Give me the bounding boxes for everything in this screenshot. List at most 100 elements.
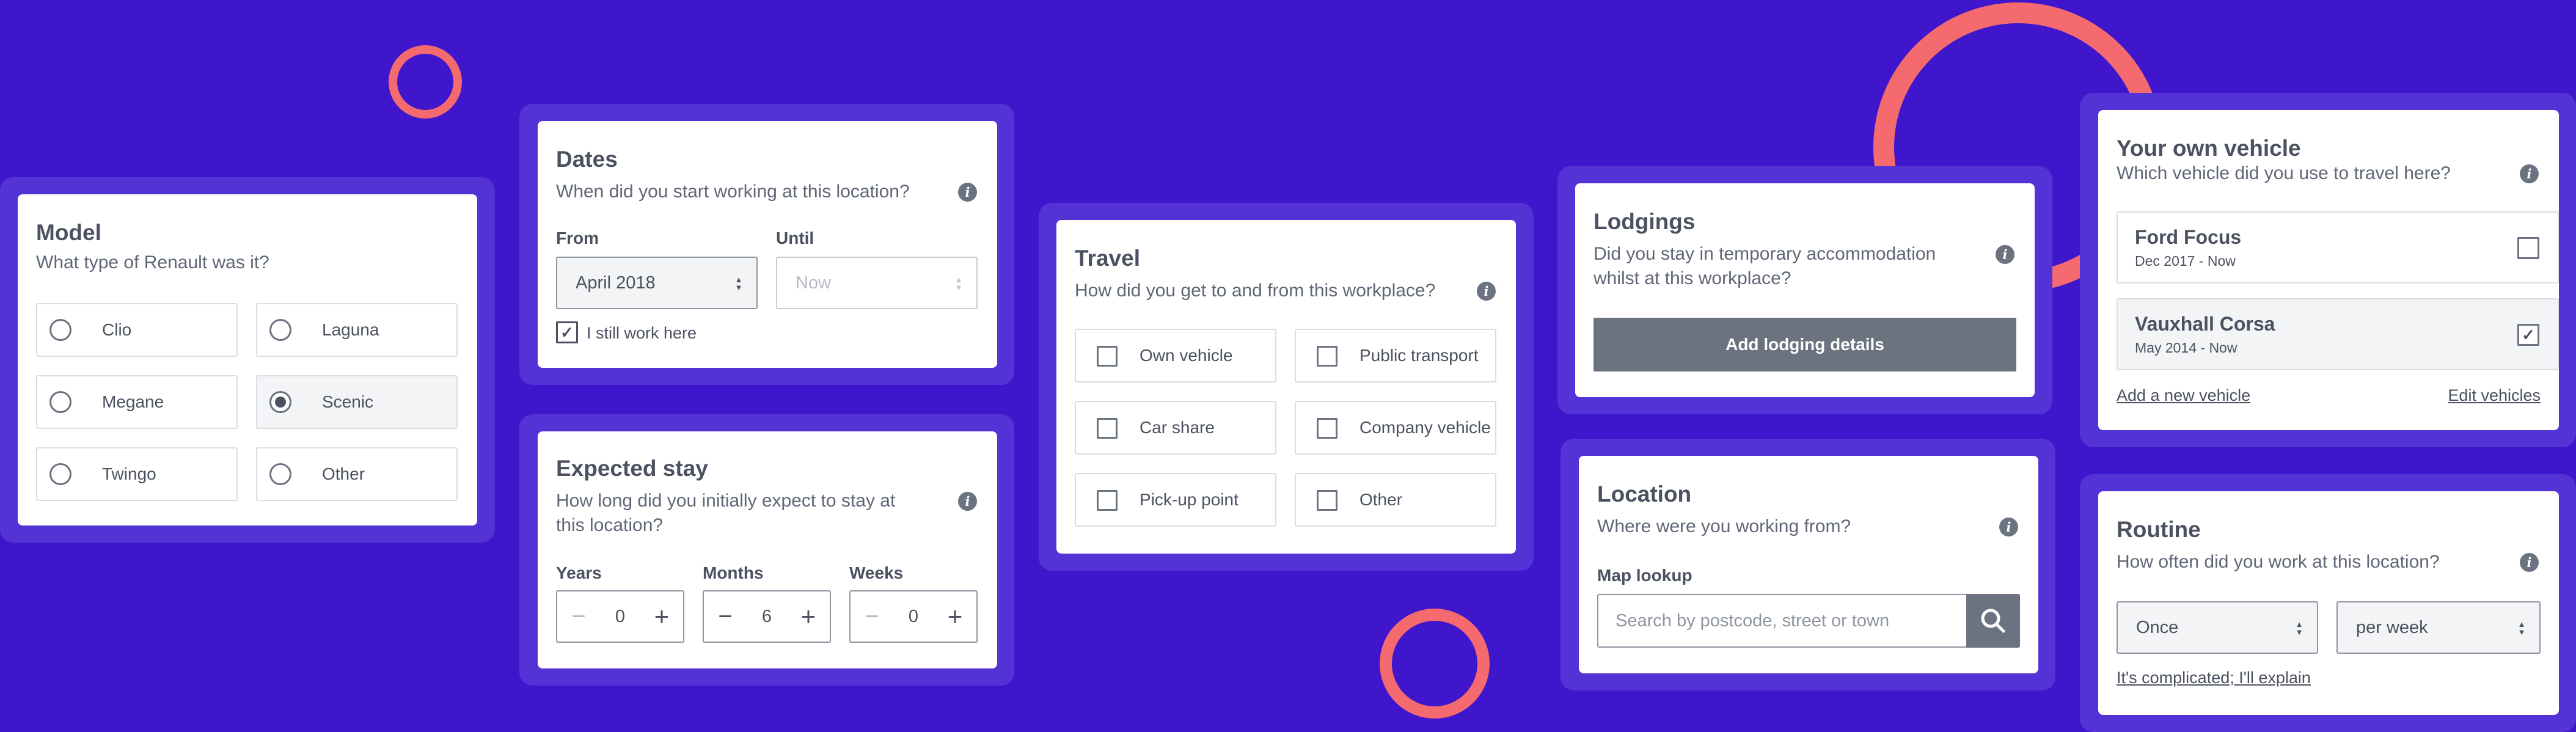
expected-stay-question-line1: How long did you initially expect to sta… [556,491,896,511]
model-option-scenic[interactable]: Scenic [256,375,458,429]
option-label: Laguna [322,320,379,339]
routine-question: How often did you work at this location? [2117,552,2440,572]
expected-stay-title: Expected stay [556,456,708,481]
vehicle-dates: May 2014 - Now [2135,340,2238,356]
weeks-stepper[interactable]: − 0 + [849,590,978,643]
travel-option-pick-up-point[interactable]: Pick-up point [1075,473,1276,527]
from-value: April 2018 [576,273,656,293]
location-search-input[interactable]: Search by postcode, street or town [1597,594,1967,648]
checkbox[interactable] [1097,346,1118,367]
minus-button[interactable]: − [857,591,887,642]
routine-title: Routine [2117,517,2201,542]
checkbox[interactable] [1097,418,1118,439]
months-value: 6 [761,607,772,626]
radio-button[interactable] [49,391,71,413]
checkbox[interactable] [1097,490,1118,511]
vehicle-question: Which vehicle did you use to travel here… [2117,163,2451,183]
option-label: Pick-up point [1140,490,1239,509]
travel-title: Travel [1075,246,1140,271]
checkbox-checked[interactable]: ✓ [2517,324,2539,346]
model-option-laguna[interactable]: Laguna [256,303,458,357]
dates-card: Dates When did you start working at this… [538,121,997,368]
checkbox[interactable] [1317,490,1337,511]
checkbox[interactable] [2517,237,2539,259]
radio-dot [275,397,286,408]
edit-vehicles-link[interactable]: Edit vehicles [2448,386,2541,405]
option-label: Public transport [1359,346,1479,365]
vehicle-card: Your own vehicle Which vehicle did you u… [2098,110,2559,430]
select-arrows-icon: ▲ ▼ [734,275,743,292]
years-stepper[interactable]: − 0 + [556,590,684,643]
vehicle-option-vauxhall-corsa[interactable]: Vauxhall Corsa May 2014 - Now ✓ [2117,298,2559,370]
period-select[interactable]: per week ▲ ▼ [2336,601,2541,654]
info-icon[interactable]: i [958,492,977,511]
check-icon: ✓ [2522,326,2535,344]
weeks-label: Weeks [849,563,904,582]
add-lodging-button[interactable]: Add lodging details [1594,318,2016,371]
travel-question: How did you get to and from this workpla… [1075,280,1436,301]
vehicle-option-ford-focus[interactable]: Ford Focus Dec 2017 - Now [2117,211,2559,284]
add-vehicle-link[interactable]: Add a new vehicle [2117,386,2250,405]
travel-option-other[interactable]: Other [1295,473,1496,527]
plus-button[interactable]: + [940,591,970,642]
travel-card: Travel How did you get to and from this … [1056,220,1516,554]
from-select[interactable]: April 2018 ▲ ▼ [556,257,758,309]
years-label: Years [556,563,602,582]
travel-option-own-vehicle[interactable]: Own vehicle [1075,329,1276,382]
option-label: Car share [1140,418,1215,437]
search-button[interactable] [1966,594,2020,648]
option-label: Twingo [102,464,156,483]
option-label: Scenic [322,392,374,411]
frequency-value: Once [2136,618,2179,637]
until-label: Until [776,229,814,247]
info-icon[interactable]: i [1477,282,1496,301]
search-placeholder: Search by postcode, street or town [1615,611,1890,631]
decorative-ring-bottom [1380,609,1490,719]
option-label: Company vehicle [1359,418,1491,437]
plus-button[interactable]: + [793,591,824,642]
radio-button[interactable] [49,319,71,341]
radio-button[interactable] [49,463,71,485]
lodgings-card: Lodgings Did you stay in temporary accom… [1575,183,2035,397]
vehicle-name: Vauxhall Corsa [2135,313,2275,335]
select-arrows-icon: ▲ ▼ [2295,620,2303,637]
model-option-clio[interactable]: Clio [36,303,238,357]
travel-option-public-transport[interactable]: Public transport [1295,329,1496,382]
info-icon[interactable]: i [1996,245,2014,264]
location-card: Location Where were you working from? i … [1579,456,2038,673]
dates-title: Dates [556,147,618,172]
minus-button[interactable]: − [563,591,594,642]
checkbox[interactable] [1317,346,1337,367]
model-option-twingo[interactable]: Twingo [36,447,238,501]
checkbox[interactable] [1317,418,1337,439]
months-label: Months [703,563,764,582]
travel-option-car-share[interactable]: Car share [1075,401,1276,455]
radio-button[interactable] [269,319,291,341]
info-icon[interactable]: i [2520,553,2539,572]
complicated-explain-link[interactable]: It's complicated; I'll explain [2117,668,2311,687]
frequency-select[interactable]: Once ▲ ▼ [2117,601,2318,654]
plus-button[interactable]: + [646,591,677,642]
option-label: Other [1359,490,1403,509]
from-label: From [556,229,599,247]
expected-stay-card: Expected stay How long did you initially… [538,431,997,668]
info-icon[interactable]: i [2520,164,2539,183]
travel-option-company-vehicle[interactable]: Company vehicle [1295,401,1496,455]
info-icon[interactable]: i [1999,518,2018,536]
vehicle-dates: Dec 2017 - Now [2135,253,2236,269]
months-stepper[interactable]: − 6 + [703,590,831,643]
until-select: Now ▲ ▼ [776,257,978,309]
check-icon: ✓ [560,323,574,342]
lodgings-title: Lodgings [1594,209,1696,234]
vehicle-name: Ford Focus [2135,226,2242,248]
still-work-label: I still work here [587,324,697,342]
model-option-megane[interactable]: Megane [36,375,238,429]
radio-button-selected[interactable] [269,391,291,413]
info-icon[interactable]: i [958,183,977,202]
radio-button[interactable] [269,463,291,485]
location-question: Where were you working from? [1597,516,1851,536]
still-work-checkbox[interactable]: ✓ [556,321,578,343]
map-lookup-label: Map lookup [1597,566,1692,585]
minus-button[interactable]: − [710,591,741,642]
model-option-other[interactable]: Other [256,447,458,501]
